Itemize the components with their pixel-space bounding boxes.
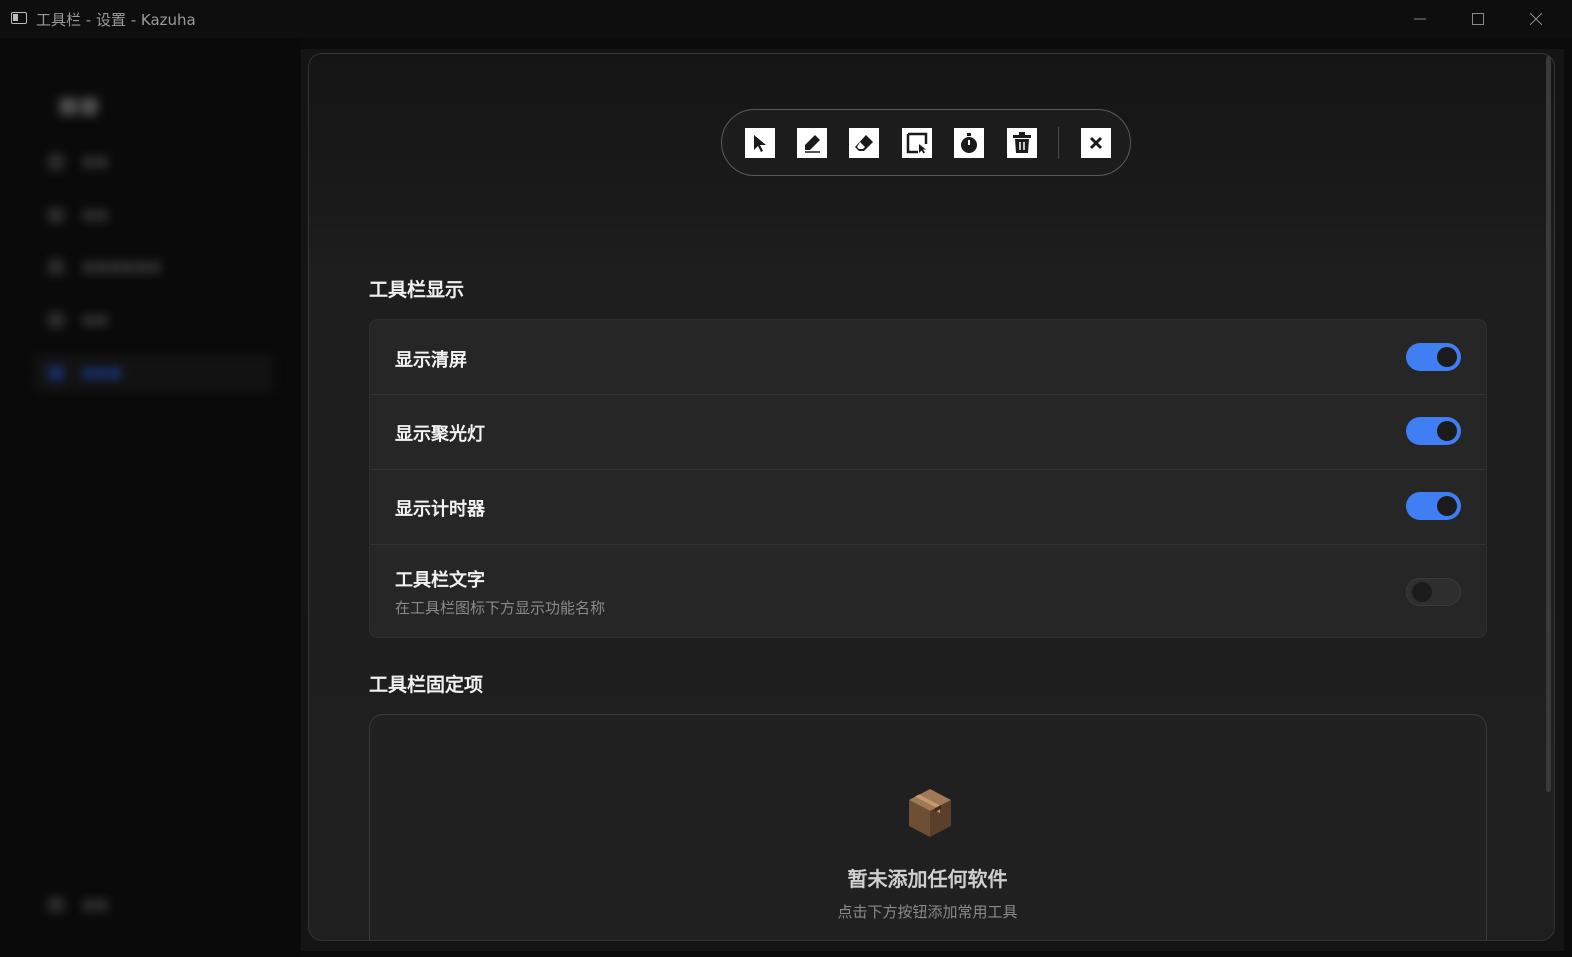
sidebar-item: ■■■■■■ <box>48 255 161 279</box>
toolbar-clear-button[interactable] <box>1007 128 1037 158</box>
content-area: 工具栏显示 显示清屏 显示聚光灯 显示计时器 工具栏文字 在工具栏图标下方显示功… <box>301 49 1564 951</box>
package-icon <box>909 789 951 837</box>
setting-row-toolbar-text: 工具栏文字 在工具栏图标下方显示功能名称 <box>370 545 1486 637</box>
sidebar-item: ■■ <box>48 203 108 227</box>
title-bar: 工具栏 - 设置 - Kazuha <box>0 0 1572 38</box>
toggle-knob <box>1437 496 1457 516</box>
toolbar-preview <box>721 109 1131 176</box>
toggle-knob <box>1412 582 1432 602</box>
empty-state-subtitle: 点击下方按钮添加常用工具 <box>837 903 1018 921</box>
pinned-items-empty-state: 暂未添加任何软件 点击下方按钮添加常用工具 <box>369 714 1487 940</box>
sidebar-header-placeholder: ■■ <box>58 93 100 118</box>
screenshot-icon <box>906 132 928 154</box>
empty-state-title: 暂未添加任何软件 <box>847 867 1008 891</box>
toggle-knob <box>1437 421 1457 441</box>
minimize-icon <box>1414 18 1426 20</box>
toolbar-close-button[interactable] <box>1081 128 1111 158</box>
sidebar-blurred-content: ■■ ■■ ■■ ■■■■■■ ■■ ■■■ ■■ <box>0 38 301 957</box>
eraser-icon <box>855 135 873 151</box>
sidebar-item: ■■ <box>48 893 108 917</box>
toolbar-eraser-button[interactable] <box>849 128 879 158</box>
toolbar-separator <box>1058 127 1059 159</box>
sidebar: ■■ ■■ ■■ ■■■■■■ ■■ ■■■ ■■ <box>0 38 301 957</box>
toggle-knob <box>1437 347 1457 367</box>
section-title-pinned: 工具栏固定项 <box>369 674 484 696</box>
setting-label: 显示计时器 <box>395 499 485 520</box>
app-icon <box>11 12 27 24</box>
settings-panel: 工具栏显示 显示清屏 显示聚光灯 显示计时器 工具栏文字 在工具栏图标下方显示功… <box>308 53 1555 941</box>
close-icon <box>1530 13 1542 25</box>
sidebar-item: ■■ <box>48 150 108 174</box>
toolbar-select-button[interactable] <box>745 128 775 158</box>
sidebar-item: ■■ <box>48 308 108 332</box>
window-title: 工具栏 - 设置 - Kazuha <box>36 11 196 29</box>
setting-label: 显示清屏 <box>395 350 467 371</box>
toggle-show-clear[interactable] <box>1406 343 1461 371</box>
minimize-button[interactable] <box>1400 6 1440 32</box>
scrollbar-thumb[interactable] <box>1546 56 1551 792</box>
cursor-icon <box>754 135 766 152</box>
toolbar-timer-button[interactable] <box>954 128 984 158</box>
close-window-button[interactable] <box>1516 6 1556 32</box>
timer-icon <box>961 133 977 153</box>
setting-label: 显示聚光灯 <box>395 424 485 445</box>
toggle-toolbar-text[interactable] <box>1406 578 1461 606</box>
toolbar-screenshot-button[interactable] <box>902 128 932 158</box>
pen-icon <box>805 135 820 153</box>
section-title-display: 工具栏显示 <box>369 279 465 301</box>
trash-icon <box>1013 132 1031 153</box>
setting-row-show-timer: 显示计时器 <box>370 470 1486 545</box>
toggle-show-spotlight[interactable] <box>1406 417 1461 445</box>
setting-label: 工具栏文字 <box>395 570 485 591</box>
sidebar-item-active: ■■■ <box>48 361 122 385</box>
close-icon <box>1090 137 1102 149</box>
maximize-icon <box>1472 13 1484 25</box>
display-settings-card: 显示清屏 显示聚光灯 显示计时器 工具栏文字 在工具栏图标下方显示功能名称 <box>369 319 1487 638</box>
setting-description: 在工具栏图标下方显示功能名称 <box>395 599 606 617</box>
setting-row-show-spotlight: 显示聚光灯 <box>370 395 1486 470</box>
setting-row-show-clear: 显示清屏 <box>370 320 1486 395</box>
toolbar-pen-button[interactable] <box>797 128 827 158</box>
maximize-button[interactable] <box>1458 6 1498 32</box>
toggle-show-timer[interactable] <box>1406 492 1461 520</box>
